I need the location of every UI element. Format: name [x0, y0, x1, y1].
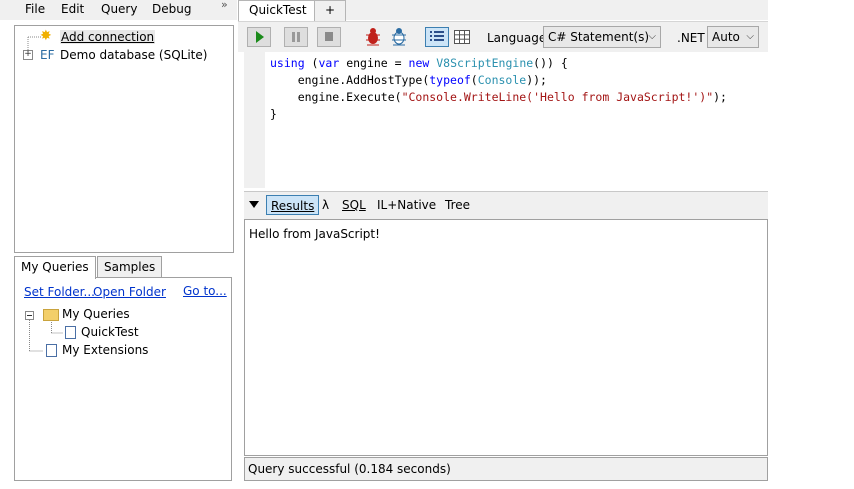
- language-label: Language: [487, 31, 547, 45]
- code-token: engine.AddHostType(: [270, 73, 430, 87]
- query-toolbar: Language C# Statement(s) ⌵ .NET Auto ⌵: [238, 21, 768, 52]
- tab-tree[interactable]: Tree: [445, 195, 470, 215]
- code-token: );: [713, 90, 727, 104]
- code-token: Console: [477, 73, 527, 87]
- queries-tree-panel: Set Folder... Open Folder Go to... My Qu…: [14, 277, 232, 481]
- tab-il-native[interactable]: IL+Native: [377, 195, 436, 215]
- debug-red-bug-icon[interactable]: [363, 27, 383, 47]
- debug-blue-bug-icon[interactable]: [389, 27, 409, 47]
- stop-button[interactable]: [317, 27, 341, 47]
- code-token: var: [318, 56, 340, 70]
- editor-gutter: [244, 52, 265, 188]
- menu-bar: File Edit Query Debug »: [0, 0, 237, 20]
- pause-icon: [292, 32, 300, 42]
- tab-results-label: Results: [271, 199, 315, 213]
- extensions-file-icon: [46, 344, 57, 357]
- list-view-icon: [430, 31, 444, 41]
- add-connection-icon: ✸: [40, 28, 52, 44]
- stop-icon: [325, 32, 333, 41]
- query-tab-strip: QuickTest +: [238, 0, 768, 21]
- play-icon: [256, 31, 264, 43]
- code-line[interactable]: }: [270, 106, 727, 123]
- tab-sql[interactable]: SQL: [342, 195, 366, 215]
- query-file-icon: [65, 326, 76, 339]
- menu-debug[interactable]: Debug: [152, 2, 191, 16]
- code-token: ));: [526, 73, 547, 87]
- collapse-triangle-icon[interactable]: [249, 200, 261, 210]
- tab-tree-label: Tree: [445, 198, 471, 212]
- status-text: Query successful (0.184 seconds): [248, 462, 451, 476]
- queries-panel: My Queries Samples Set Folder... Open Fo…: [14, 256, 232, 481]
- pause-button[interactable]: [284, 27, 308, 47]
- go-to-link[interactable]: Go to...: [183, 284, 227, 298]
- folder-icon: [43, 309, 59, 321]
- code-token: V8ScriptEngine: [436, 56, 534, 70]
- queries-tabstrip: My Queries Samples: [14, 256, 232, 279]
- results-panel: Hello from JavaScript!: [244, 219, 768, 456]
- add-connection-link[interactable]: Add connection: [60, 30, 156, 44]
- menu-query[interactable]: Query: [101, 2, 137, 16]
- code-token: new: [408, 56, 430, 70]
- tab-quicktest[interactable]: QuickTest: [238, 0, 318, 21]
- grid-view-button[interactable]: [452, 28, 472, 49]
- code-token: (: [470, 73, 478, 87]
- language-select[interactable]: C# Statement(s) ⌵: [543, 26, 661, 48]
- code-content[interactable]: using (var engine = new V8ScriptEngine()…: [270, 55, 727, 123]
- set-folder-link[interactable]: Set Folder...: [24, 285, 95, 299]
- code-editor[interactable]: using (var engine = new V8ScriptEngine()…: [244, 52, 768, 188]
- code-token: typeof: [429, 73, 471, 87]
- status-bar: Query successful (0.184 seconds): [244, 457, 768, 481]
- grid-view-icon: [454, 30, 470, 44]
- code-token: ()) {: [533, 56, 568, 70]
- code-token: (: [304, 56, 319, 70]
- results-to-rich-text-button[interactable]: [425, 27, 449, 47]
- tab-my-queries[interactable]: My Queries: [14, 256, 96, 279]
- dotnet-select-value: Auto: [712, 30, 740, 44]
- code-token: }: [270, 107, 277, 121]
- demo-database-item[interactable]: Demo database (SQLite): [60, 48, 207, 62]
- tab-results[interactable]: Results: [266, 195, 320, 215]
- ef-icon: EF: [40, 48, 55, 62]
- tab-samples[interactable]: Samples: [97, 256, 163, 278]
- menu-edit[interactable]: Edit: [61, 2, 84, 16]
- menu-overflow-icon[interactable]: »: [221, 0, 228, 11]
- tree-item-quicktest[interactable]: QuickTest: [81, 325, 139, 339]
- dotnet-select[interactable]: Auto ⌵: [707, 26, 759, 48]
- output-text: Hello from JavaScript!: [249, 227, 380, 241]
- tab-il-native-label: IL+Native: [377, 198, 437, 212]
- new-tab-button[interactable]: +: [314, 0, 347, 21]
- code-line[interactable]: engine.AddHostType(typeof(Console));: [270, 72, 727, 89]
- code-token: engine.Execute(: [270, 90, 402, 104]
- code-token: engine =: [339, 56, 409, 70]
- tab-lambda[interactable]: λ: [322, 195, 329, 215]
- tree-item-my-queries[interactable]: My Queries: [62, 307, 130, 321]
- code-line[interactable]: using (var engine = new V8ScriptEngine()…: [270, 55, 727, 72]
- chevron-down-icon: ⌵: [648, 31, 656, 42]
- connection-tree: ✸ Add connection + EF Demo database (SQL…: [14, 25, 234, 253]
- code-token: "Console.WriteLine('Hello from JavaScrip…: [401, 90, 714, 104]
- menu-file[interactable]: File: [25, 2, 45, 16]
- chevron-down-icon: ⌵: [746, 31, 754, 42]
- language-select-value: C# Statement(s): [548, 30, 650, 44]
- code-token: using: [270, 56, 305, 70]
- dotnet-label: .NET: [677, 31, 705, 45]
- tree-item-my-extensions[interactable]: My Extensions: [62, 343, 148, 357]
- expand-icon[interactable]: +: [23, 50, 33, 60]
- run-button[interactable]: [247, 27, 271, 47]
- results-tab-bar: Results λ SQL IL+Native Tree: [244, 191, 768, 219]
- code-line[interactable]: engine.Execute("Console.WriteLine('Hello…: [270, 89, 727, 106]
- open-folder-link[interactable]: Open Folder: [93, 285, 166, 299]
